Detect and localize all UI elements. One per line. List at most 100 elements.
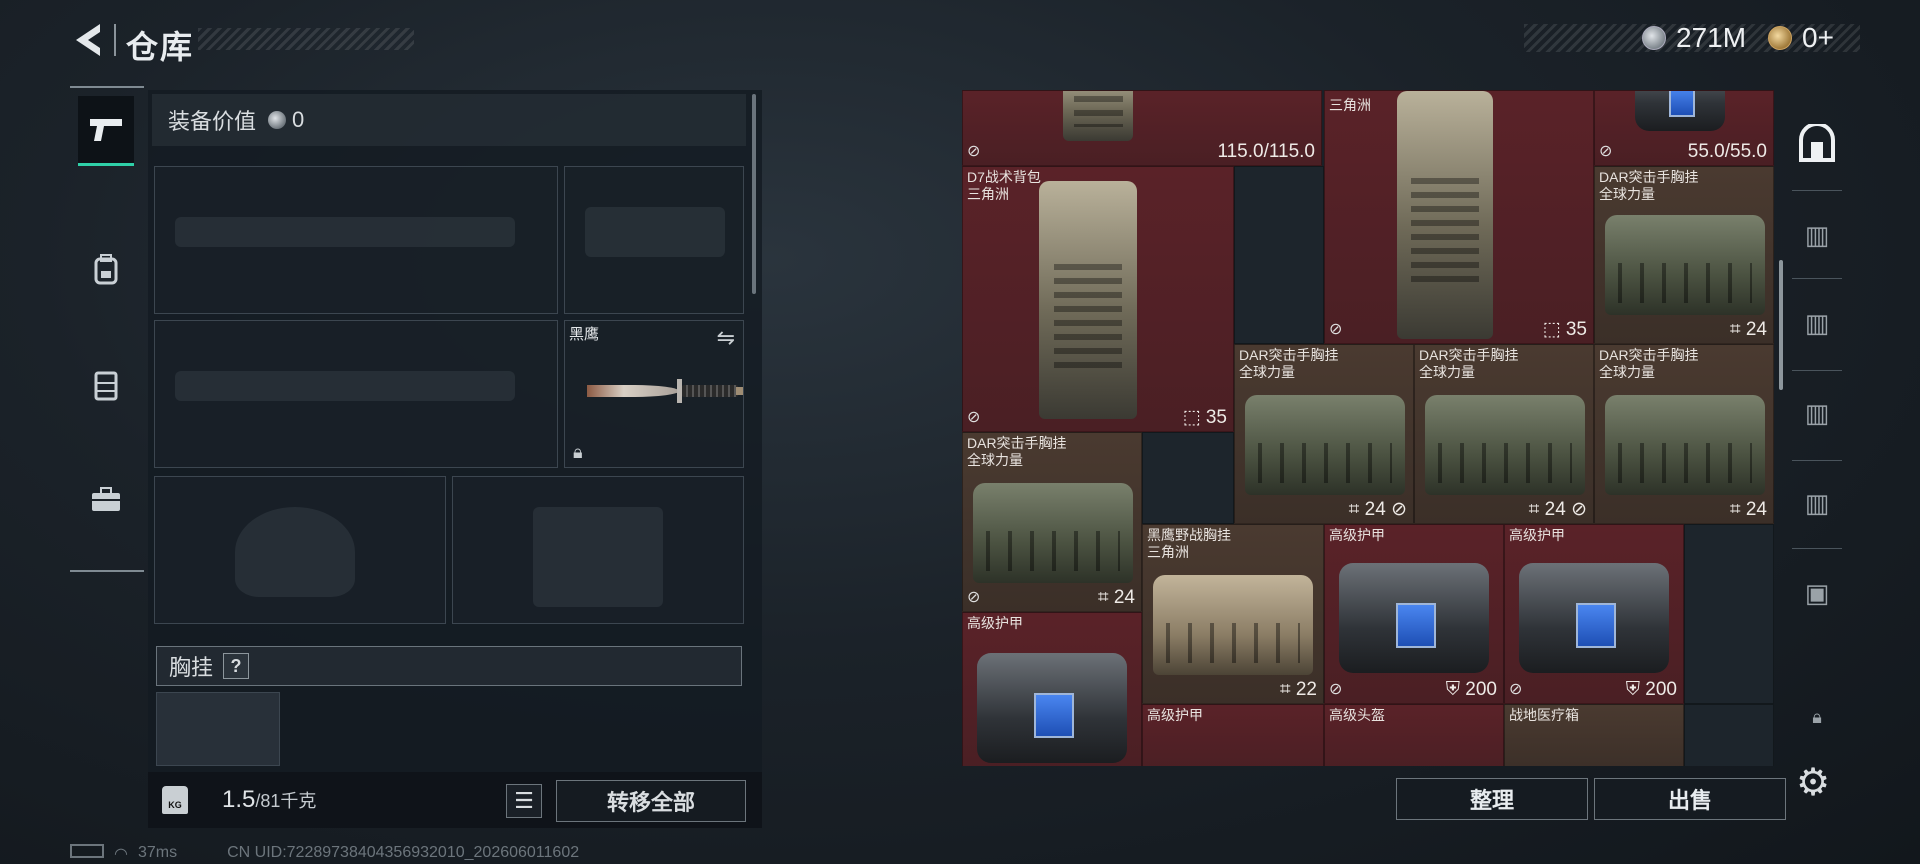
item-value: 200 xyxy=(1465,679,1497,700)
chest-rig-title: 胸挂 xyxy=(169,655,214,680)
weight-bar: KG 1.5/81千克 ☰ 转移全部 xyxy=(148,772,762,828)
item-name: DAR突击手胸挂 全球力量 xyxy=(967,435,1067,468)
melee-slot[interactable]: 黑鹰 ⇋ 🔒︎ xyxy=(564,320,744,468)
rail-separator xyxy=(1792,370,1842,371)
no-trade-icon: ⊘ xyxy=(1329,321,1343,338)
empty-cell[interactable] xyxy=(1234,166,1324,344)
helmet-slot[interactable] xyxy=(154,476,446,624)
stash-item[interactable]: 高级头盔 xyxy=(1324,704,1504,766)
lock-icon: 🔒︎ xyxy=(573,442,583,462)
stash-item[interactable]: DAR突击手胸挂 全球力量 ⌗ 24 xyxy=(1594,166,1774,344)
tier-III-crate-icon[interactable]: ▥ xyxy=(1796,302,1838,344)
backpack-image xyxy=(1063,91,1133,141)
stash-icon[interactable] xyxy=(1796,122,1838,164)
item-capacity: ⬚ 35 xyxy=(1542,319,1587,340)
empty-cell[interactable] xyxy=(1684,704,1774,766)
armor-image xyxy=(1339,563,1489,673)
swap-icon[interactable]: ⇋ xyxy=(717,325,735,351)
item-capacity: ⌗ 24 xyxy=(1097,587,1135,608)
item-name: DAR突击手胸挂 全球力量 xyxy=(1599,169,1699,202)
chest-rig-image xyxy=(1245,395,1405,495)
top-bar: 仓库 271M 0+ xyxy=(0,0,1920,80)
chest-rig-image xyxy=(1605,395,1765,495)
lock-icon[interactable]: 🔒︎ xyxy=(1796,696,1838,738)
no-trade-icon: ⊘ xyxy=(1329,681,1343,698)
item-value: 24 xyxy=(1745,499,1767,520)
item-capacity: ⌗ 24 ⊘ xyxy=(1528,499,1587,520)
rail-separator xyxy=(1792,460,1842,461)
item-durability: 115.0/115.0 xyxy=(1217,141,1315,162)
weight-icon: KG xyxy=(162,786,188,814)
sell-button[interactable]: 出售 xyxy=(1594,778,1786,820)
backpack-image xyxy=(1039,181,1137,419)
tab-chest-rig[interactable] xyxy=(78,350,134,420)
no-trade-icon: ⊘ xyxy=(967,409,981,426)
equipment-panel: 装备价值 0 黑鹰 ⇋ 🔒︎ 胸挂 ? KG 1.5/81千克 ☰ 转移全部 xyxy=(148,90,762,828)
item-capacity: ⌗ 24 xyxy=(1729,499,1767,520)
stash-item[interactable]: DAR突击手胸挂 全球力量 ⌗ 24 xyxy=(1594,344,1774,524)
armor-image xyxy=(1519,563,1669,673)
uid-readout: CN UID:7228973840435693​2010_20260601160… xyxy=(227,844,580,861)
item-capacity: ⌗ 24 ⊘ xyxy=(1348,499,1407,520)
item-name: 三角洲 xyxy=(1329,97,1371,113)
stash-item[interactable]: DAR突击手胸挂 全球力量 ⌗ 24 ⊘ xyxy=(1414,344,1594,524)
list-view-button[interactable]: ☰ xyxy=(506,784,542,818)
item-value: 24 xyxy=(1113,587,1135,608)
status-bar: ◠ 37ms CN UID:7228973840435693​2010_2026… xyxy=(70,844,579,864)
empty-cell[interactable] xyxy=(1684,524,1774,704)
stash-item[interactable]: D7战术背包 三角洲 ⊘ ⬚ 35 xyxy=(962,166,1234,432)
knife-grip xyxy=(682,385,738,397)
chest-rig-slot[interactable] xyxy=(156,692,280,766)
stash-item[interactable]: DAR突击手胸挂 全球力量 ⊘ ⌗ 24 xyxy=(962,432,1142,612)
stash-item[interactable]: ⊘ 115.0/115.0 xyxy=(962,90,1322,166)
stash-item[interactable]: 高级护甲 ⊘ ⛨ 200 xyxy=(1504,524,1684,704)
stash-item[interactable]: 高级护甲 xyxy=(962,612,1142,766)
tab-backpack[interactable] xyxy=(78,234,134,304)
item-value: 35 xyxy=(1205,407,1227,428)
tier-III-crate-icon[interactable]: ▥ xyxy=(1796,482,1838,524)
tab-toolbox[interactable] xyxy=(78,464,134,534)
item-name: 黑鹰野战胸挂 三角洲 xyxy=(1147,527,1231,560)
tier-V-crate-icon[interactable]: ▣ xyxy=(1796,572,1838,614)
armor-slot[interactable] xyxy=(452,476,744,624)
silver-amount: 271M xyxy=(1676,22,1747,53)
stash-item[interactable]: 高级护甲 xyxy=(1142,704,1324,766)
stash-item[interactable]: 战地医疗箱 xyxy=(1504,704,1684,766)
gold-amount[interactable]: 0+ xyxy=(1802,22,1834,54)
secondary-weapon-slot[interactable] xyxy=(154,320,558,468)
silver-coin-icon xyxy=(1642,26,1666,50)
item-name: DAR突击手胸挂 全球力量 xyxy=(1239,347,1339,380)
item-name: 高级护甲 xyxy=(1147,707,1203,723)
sidearm-slot[interactable] xyxy=(564,166,744,314)
tab-weapons[interactable] xyxy=(78,96,134,166)
help-icon[interactable]: ? xyxy=(223,653,250,679)
stash-item[interactable]: DAR突击手胸挂 全球力量 ⌗ 24 ⊘ xyxy=(1234,344,1414,524)
melee-name: 黑鹰 xyxy=(569,326,600,343)
empty-cell[interactable] xyxy=(1142,432,1234,524)
wifi-icon: ◠ xyxy=(114,846,128,863)
helmet-silhouette-icon xyxy=(235,507,355,597)
silver-coin-icon xyxy=(268,111,287,129)
primary-weapon-slot[interactable] xyxy=(154,166,558,314)
rifle-silhouette-icon xyxy=(175,217,515,247)
backpack-image xyxy=(1397,91,1493,339)
title-separator xyxy=(114,24,116,56)
gear-icon[interactable]: ⚙ xyxy=(1796,760,1830,805)
no-trade-icon: ⊘ xyxy=(967,143,981,160)
item-value: 24 xyxy=(1364,499,1386,520)
ping-readout: 37ms xyxy=(137,844,178,861)
tier-III-crate-icon[interactable]: ▥ xyxy=(1796,214,1838,256)
no-trade-icon: ⊘ xyxy=(1599,143,1613,160)
armor-image xyxy=(1635,91,1725,131)
transfer-all-button[interactable]: 转移全部 xyxy=(556,780,746,822)
knife-pommel xyxy=(736,387,743,395)
stash-item[interactable]: ⊘ 55.0/55.0 xyxy=(1594,90,1774,166)
back-arrow-icon[interactable] xyxy=(70,20,106,60)
stash-item[interactable]: 高级护甲 ⊘ ⛨ 200 xyxy=(1324,524,1504,704)
stash-item[interactable]: 黑鹰野战胸挂 三角洲 ⌗ 22 xyxy=(1142,524,1324,704)
stash-item[interactable]: 三角洲 ⊘ ⬚ 35 xyxy=(1324,90,1594,344)
sort-button[interactable]: 整理 xyxy=(1396,778,1588,820)
tier-III-crate-icon[interactable]: ▥ xyxy=(1796,392,1838,434)
list-icon: ☰ xyxy=(514,788,534,813)
equipment-scrollbar[interactable] xyxy=(752,94,756,294)
